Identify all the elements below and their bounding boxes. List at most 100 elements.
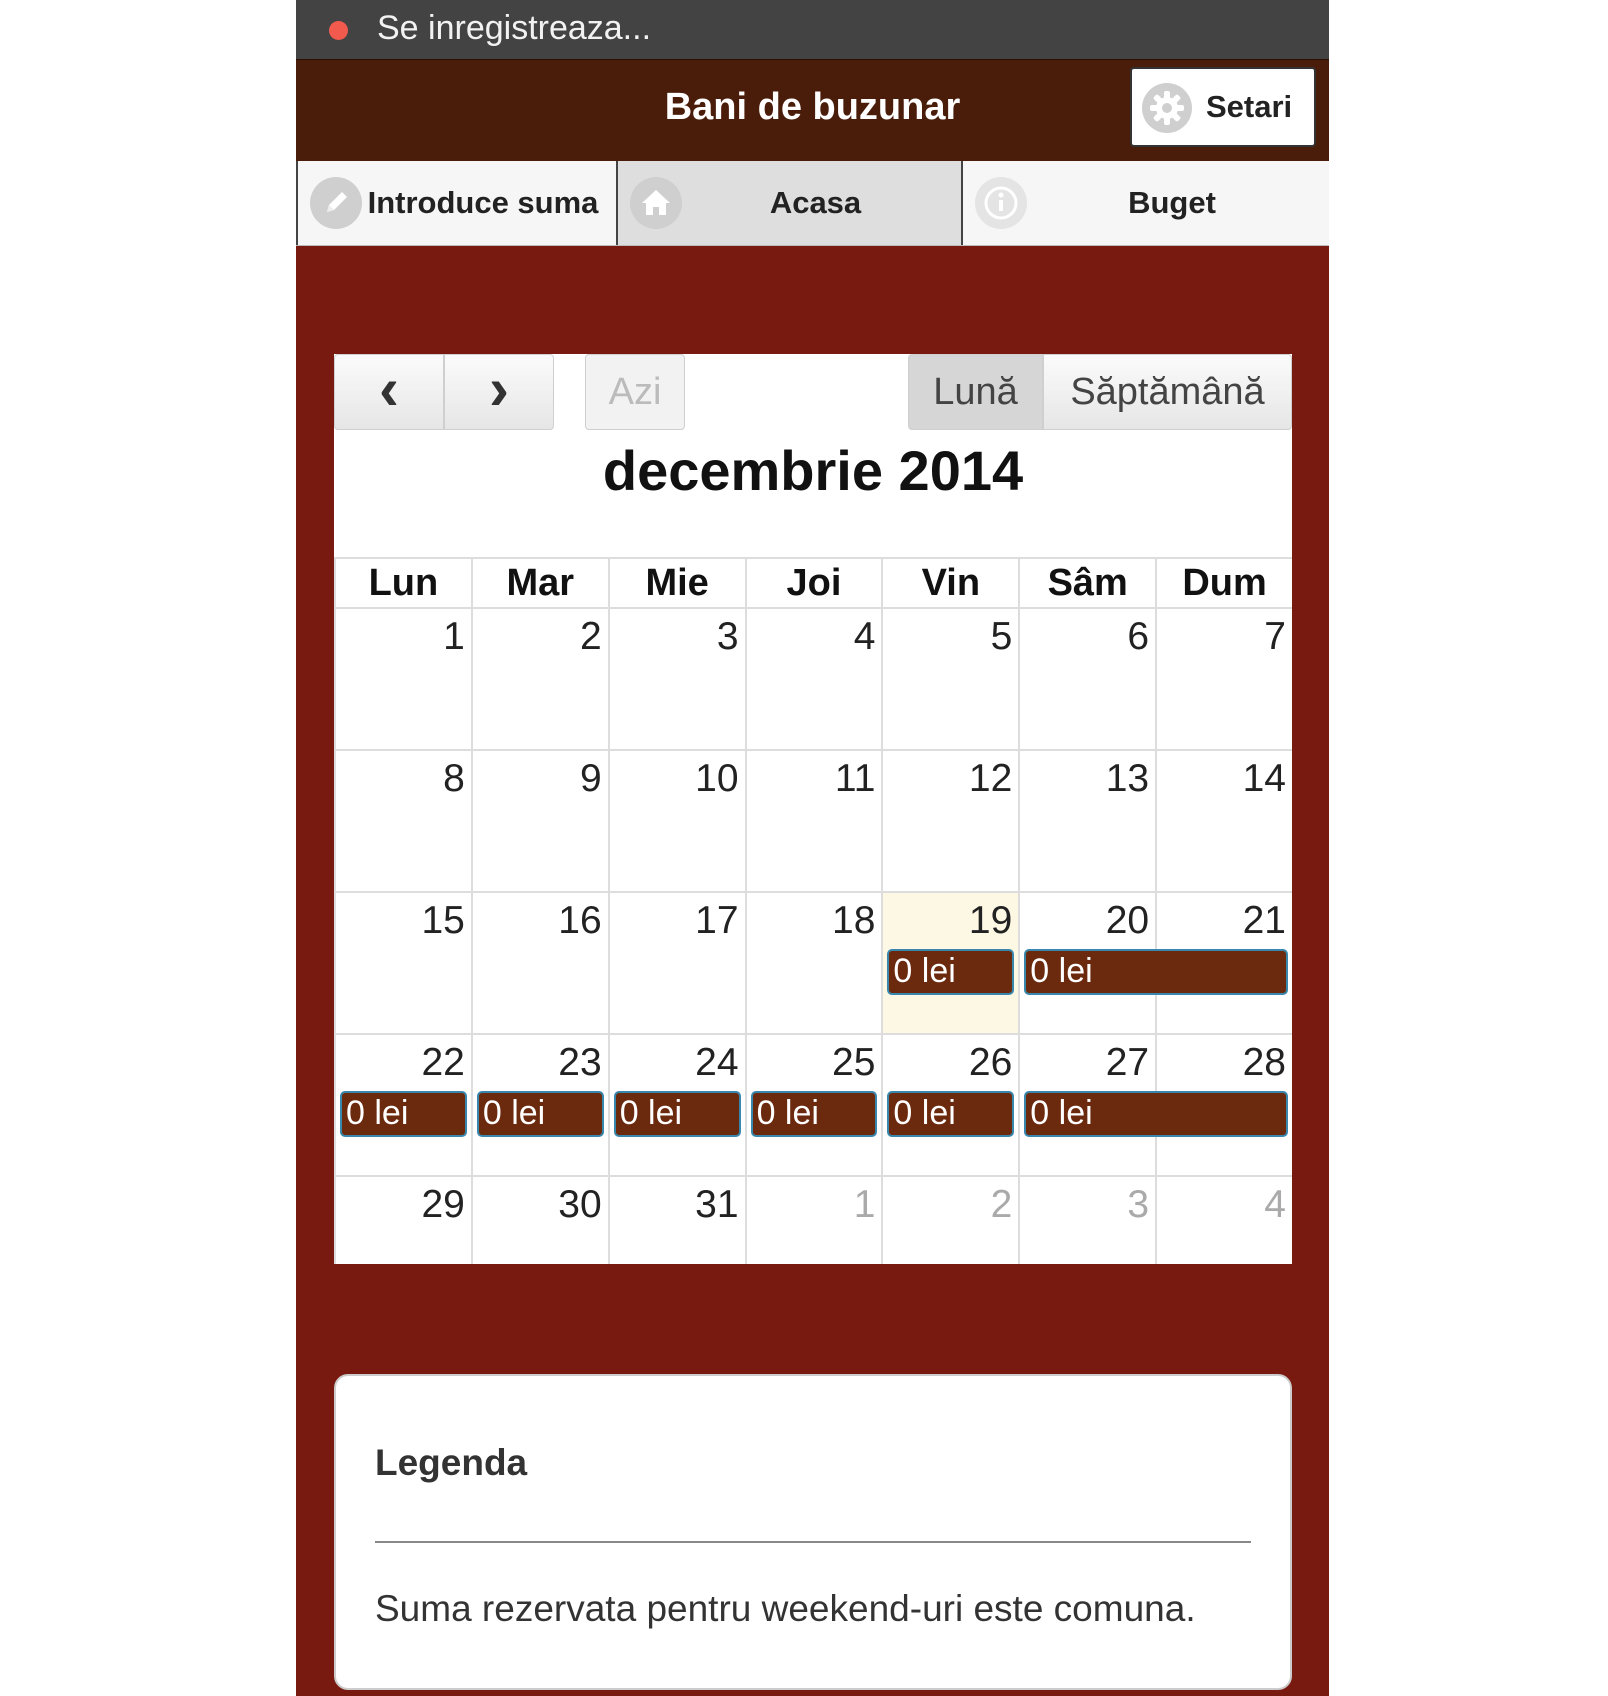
settings-label: Setari [1206, 89, 1293, 124]
day-cell[interactable]: 1 [744, 1175, 882, 1264]
calendar-event[interactable]: 0 lei [340, 1091, 467, 1137]
status-bar: Se inregistreaza... [296, 0, 1329, 59]
day-number: 14 [1242, 757, 1286, 800]
next-month-button[interactable]: › [444, 354, 554, 430]
week-view-button[interactable]: Săptămână [1043, 354, 1292, 430]
weekday-header: Dum [1155, 557, 1292, 607]
today-button[interactable]: Azi [585, 354, 685, 430]
day-number: 17 [695, 899, 739, 942]
nav-label: Buget [1128, 185, 1216, 220]
weekday-header: Vin [881, 557, 1019, 607]
day-cell[interactable]: 8 [334, 749, 471, 891]
day-cell[interactable]: 18 [744, 891, 882, 1033]
legend-text: Suma rezervata pentru weekend-uri este c… [375, 1588, 1196, 1629]
nav-item-acasa[interactable]: Acasa [616, 161, 961, 245]
day-cell[interactable]: 1 [334, 607, 471, 749]
day-cell[interactable]: 17 [607, 891, 745, 1033]
weekday-header: Mie [607, 557, 745, 607]
legend-title: Legenda [375, 1442, 528, 1483]
day-number: 7 [1264, 615, 1286, 658]
weekday-header: Sâm [1018, 557, 1156, 607]
day-number: 3 [1127, 1183, 1150, 1226]
day-cell[interactable]: 14 [1155, 749, 1292, 891]
nav-bar: Introduce suma Acasa Buget [296, 161, 1329, 246]
prev-month-button[interactable]: ‹ [334, 354, 444, 430]
day-cell[interactable]: 29 [334, 1175, 471, 1264]
day-cell[interactable]: 2 [470, 607, 608, 749]
day-number: 18 [832, 899, 876, 942]
day-number: 28 [1242, 1041, 1286, 1084]
day-cell[interactable]: 3 [1018, 1175, 1156, 1264]
day-cell[interactable]: 7 [1155, 607, 1292, 749]
calendar-event[interactable]: 0 lei [613, 1091, 741, 1137]
day-number: 27 [1105, 1041, 1150, 1084]
nav-label: Introduce suma [367, 185, 599, 220]
day-number: 1 [443, 615, 465, 658]
day-number: 15 [421, 899, 465, 942]
month-view-button[interactable]: Lună [908, 354, 1043, 430]
day-number: 21 [1242, 899, 1286, 942]
day-number: 25 [832, 1041, 876, 1084]
day-number: 6 [1127, 615, 1150, 658]
day-number: 22 [421, 1041, 465, 1084]
day-number: 29 [421, 1183, 465, 1226]
day-cell[interactable]: 31 [607, 1175, 745, 1264]
calendar-event[interactable]: 0 lei [750, 1091, 878, 1137]
day-number: 19 [968, 899, 1013, 942]
day-number: 2 [579, 615, 602, 658]
day-number: 20 [1105, 899, 1150, 942]
day-cell[interactable]: 15 [334, 891, 471, 1033]
day-cell[interactable]: 5 [881, 607, 1019, 749]
day-number: 2 [990, 1183, 1013, 1226]
day-cell[interactable]: 10 [607, 749, 745, 891]
day-cell[interactable]: 13 [1018, 749, 1156, 891]
calendar-event[interactable]: 0 lei [476, 1091, 604, 1137]
day-number: 16 [558, 899, 602, 942]
chevron-left-icon: ‹ [379, 355, 399, 422]
chevron-right-icon: › [489, 355, 509, 422]
calendar-event[interactable]: 0 lei [887, 1091, 1015, 1137]
day-number: 12 [968, 757, 1013, 800]
day-cell[interactable]: 4 [744, 607, 882, 749]
day-number: 9 [579, 757, 602, 800]
day-cell[interactable]: 6 [1018, 607, 1156, 749]
day-number: 4 [1264, 1183, 1286, 1226]
calendar-event[interactable]: 0 lei [887, 949, 1015, 995]
weekday-header: Joi [744, 557, 882, 607]
calendar-event[interactable]: 0 lei [1024, 949, 1288, 995]
nav-item-buget[interactable]: Buget [961, 161, 1329, 245]
legend-divider [375, 1541, 1251, 1543]
day-cell[interactable]: 9 [470, 749, 608, 891]
day-number: 1 [853, 1183, 876, 1226]
day-number: 30 [558, 1183, 602, 1226]
app-header: Bani de buzunar Setari [296, 59, 1329, 161]
day-cell[interactable]: 2 [881, 1175, 1019, 1264]
calendar-title: decembrie 2014 [602, 439, 1024, 502]
day-number: 8 [443, 757, 465, 800]
day-cell[interactable]: 3 [607, 607, 745, 749]
gear-icon [1142, 83, 1192, 133]
day-cell[interactable]: 11 [744, 749, 882, 891]
day-number: 24 [695, 1041, 739, 1084]
day-cell[interactable]: 4 [1155, 1175, 1292, 1264]
day-cell[interactable]: 30 [470, 1175, 608, 1264]
day-number: 31 [695, 1183, 739, 1226]
day-number: 13 [1105, 757, 1150, 800]
day-number: 11 [834, 757, 876, 800]
recording-status: Se inregistreaza... [377, 9, 652, 47]
nav-label: Acasa [769, 185, 862, 220]
weekday-header: Lun [334, 557, 471, 607]
day-number: 3 [716, 615, 739, 658]
settings-button[interactable]: Setari [1130, 67, 1316, 147]
day-number: 10 [695, 757, 739, 800]
calendar-event[interactable]: 0 lei [1024, 1091, 1288, 1137]
weekday-header: Mar [470, 557, 608, 607]
day-cell[interactable]: 16 [470, 891, 608, 1033]
day-cell[interactable]: 12 [881, 749, 1019, 891]
day-number: 23 [558, 1041, 602, 1084]
nav-item-introduce-suma[interactable]: Introduce suma [296, 161, 616, 245]
day-number: 4 [853, 615, 876, 658]
legend-panel: Legenda Suma rezervata pentru weekend-ur… [334, 1374, 1292, 1690]
app-screen: Se inregistreaza... Bani de buzunar Seta… [296, 0, 1329, 1696]
recording-dot-icon [329, 21, 348, 40]
